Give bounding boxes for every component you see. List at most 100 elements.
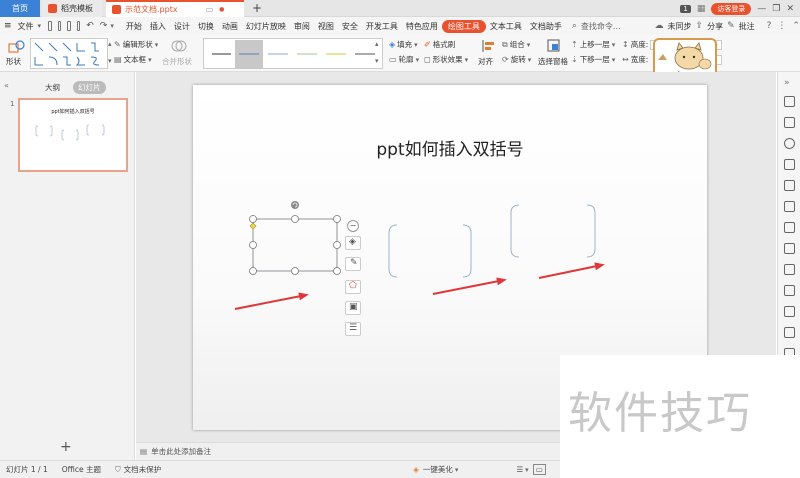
outline-float-button[interactable]: ▣: [345, 301, 361, 315]
print-preview-icon[interactable]: [76, 21, 81, 31]
tab-slides[interactable]: 幻灯片: [73, 80, 106, 94]
menu-animation[interactable]: 动画: [218, 21, 242, 32]
menu-transition[interactable]: 切换: [194, 21, 218, 32]
fill-float-button[interactable]: ⬠: [345, 280, 361, 294]
animation-icon[interactable]: [784, 180, 795, 191]
format-brush-button[interactable]: ✐ 格式刷: [424, 39, 455, 50]
select-icon[interactable]: [784, 96, 795, 107]
textbox-label: 文本框: [123, 55, 147, 64]
transition-icon[interactable]: [784, 243, 795, 254]
red-arrow-3[interactable]: [538, 262, 605, 279]
menu-file[interactable]: 文件: [14, 21, 38, 32]
textbox-button[interactable]: ▤ 文本框 ▾: [114, 54, 152, 65]
double-bracket-3[interactable]: [510, 204, 596, 258]
normal-view-icon[interactable]: ▭: [532, 464, 546, 475]
merge-shape-button[interactable]: 合并形状: [162, 38, 198, 68]
slide-thumbnail[interactable]: ppt如何插入双括号: [18, 98, 128, 172]
gallery-down-icon[interactable]: ▾: [108, 57, 112, 65]
collapse-ribbon-icon[interactable]: ⌃: [792, 21, 800, 31]
search-command-input[interactable]: 查找命令...: [577, 21, 625, 32]
image-icon[interactable]: [784, 327, 795, 338]
redo-icon[interactable]: ↷: [100, 21, 108, 31]
menu-view[interactable]: 视图: [314, 21, 338, 32]
text-wrap-float-button[interactable]: ☰: [345, 322, 361, 336]
collapse-float-toolbar-button[interactable]: −: [347, 220, 359, 232]
minimize-icon[interactable]: —: [757, 4, 766, 14]
tab-home[interactable]: 首页: [0, 0, 40, 17]
notes-toggle-chevron-icon[interactable]: ▾: [525, 466, 529, 474]
save-icon[interactable]: [48, 21, 52, 31]
red-arrow-1[interactable]: [234, 292, 309, 310]
menu-developer[interactable]: 开发工具: [362, 21, 402, 32]
style-gallery-up-icon[interactable]: ▴: [375, 40, 379, 48]
export-icon[interactable]: [784, 264, 795, 275]
comment-button[interactable]: 批注: [735, 21, 759, 32]
add-slide-button[interactable]: +: [60, 439, 72, 455]
menu-insert[interactable]: 插入: [146, 21, 170, 32]
copy-icon[interactable]: [784, 117, 795, 128]
tab-template[interactable]: 稻壳模板: [42, 0, 102, 17]
fill-button[interactable]: ◈ 填充 ▾: [389, 39, 418, 50]
style-icon[interactable]: [784, 159, 795, 170]
menu-design[interactable]: 设计: [170, 21, 194, 32]
menu-start[interactable]: 开始: [122, 21, 146, 32]
more-chevron-icon[interactable]: ▾: [110, 22, 114, 30]
outline-button[interactable]: ▭ 轮廓 ▾: [389, 54, 419, 65]
slide-number: 1: [10, 100, 15, 108]
shape-effect-label: 形状效果: [432, 55, 463, 64]
select-pane-button[interactable]: 选择窗格: [538, 38, 570, 68]
more-icon[interactable]: ⋮: [777, 21, 786, 31]
tab-outline[interactable]: 大纲: [40, 81, 65, 94]
double-bracket-2[interactable]: [388, 224, 472, 278]
text-icon[interactable]: [784, 285, 795, 296]
menu-security[interactable]: 安全: [338, 21, 362, 32]
share-button[interactable]: 分享: [703, 21, 727, 32]
edit-pen-button[interactable]: ✎: [345, 257, 361, 271]
red-arrow-2[interactable]: [432, 277, 507, 295]
align-button[interactable]: 对齐: [476, 38, 502, 68]
protect-status[interactable]: 文档未保护: [124, 464, 162, 475]
notes-toggle-icon[interactable]: ☰: [516, 465, 523, 474]
tab-monitor-icon[interactable]: ▭: [206, 5, 214, 14]
help-icon[interactable]: ?: [767, 21, 772, 31]
beautify-button[interactable]: 一键美化: [423, 464, 453, 475]
effect-icon[interactable]: [784, 201, 795, 212]
maximize-icon[interactable]: ❐: [772, 4, 780, 14]
menu-drawing-tools[interactable]: 绘图工具: [441, 19, 486, 33]
line-style-gallery[interactable]: [30, 38, 108, 69]
layer-button[interactable]: ◈: [345, 236, 361, 250]
login-button[interactable]: 访客登录: [711, 2, 752, 15]
width-field[interactable]: ↔ 宽度:: [622, 54, 648, 65]
bring-forward-button[interactable]: ⇡ 上移一层 ▾: [571, 39, 615, 50]
beautify-chevron-icon[interactable]: ▾: [455, 466, 459, 474]
menu-slideshow[interactable]: 幻灯片放映: [242, 21, 290, 32]
rotate-button[interactable]: ⟳ 旋转 ▾: [502, 54, 531, 65]
menu-text-tools[interactable]: 文本工具: [486, 21, 526, 32]
sync-button[interactable]: 未同步: [664, 21, 696, 32]
style-gallery-down-icon[interactable]: ▾: [375, 57, 379, 65]
menu-special[interactable]: 特色应用: [402, 21, 442, 32]
gallery-up-icon[interactable]: ▴: [108, 40, 112, 48]
shape-effect-button[interactable]: ◻ 形状效果 ▾: [424, 54, 468, 65]
print-icon[interactable]: [67, 21, 71, 31]
add-tab-button[interactable]: +: [252, 1, 262, 15]
undo-icon[interactable]: ↶: [86, 21, 94, 31]
tab-document[interactable]: 示范文档.pptx ▭ ●: [106, 0, 244, 17]
hamburger-icon[interactable]: ≡: [4, 21, 12, 31]
edit-shape-button[interactable]: ✎ 编辑形状 ▾: [114, 39, 158, 50]
shape-style-gallery[interactable]: [203, 38, 383, 69]
grid-icon[interactable]: ▦: [697, 4, 706, 14]
send-backward-button[interactable]: ⇣ 下移一层 ▾: [571, 54, 615, 65]
shape-button[interactable]: 形状: [6, 39, 28, 67]
close-icon[interactable]: ✕: [786, 4, 794, 14]
expand-sidebar-icon[interactable]: »: [784, 78, 790, 88]
menu-doc-assistant[interactable]: 文档助手: [526, 21, 566, 32]
shape-tool-icon[interactable]: [784, 138, 795, 149]
selected-bracket-shape[interactable]: [249, 201, 341, 275]
chart-icon[interactable]: [784, 222, 795, 233]
chevron-down-icon[interactable]: ▾: [38, 22, 42, 30]
table-icon[interactable]: [784, 306, 795, 317]
menu-review[interactable]: 审阅: [290, 21, 314, 32]
export-pdf-icon[interactable]: [57, 21, 62, 31]
group-button[interactable]: ⧉ 组合 ▾: [502, 39, 530, 50]
